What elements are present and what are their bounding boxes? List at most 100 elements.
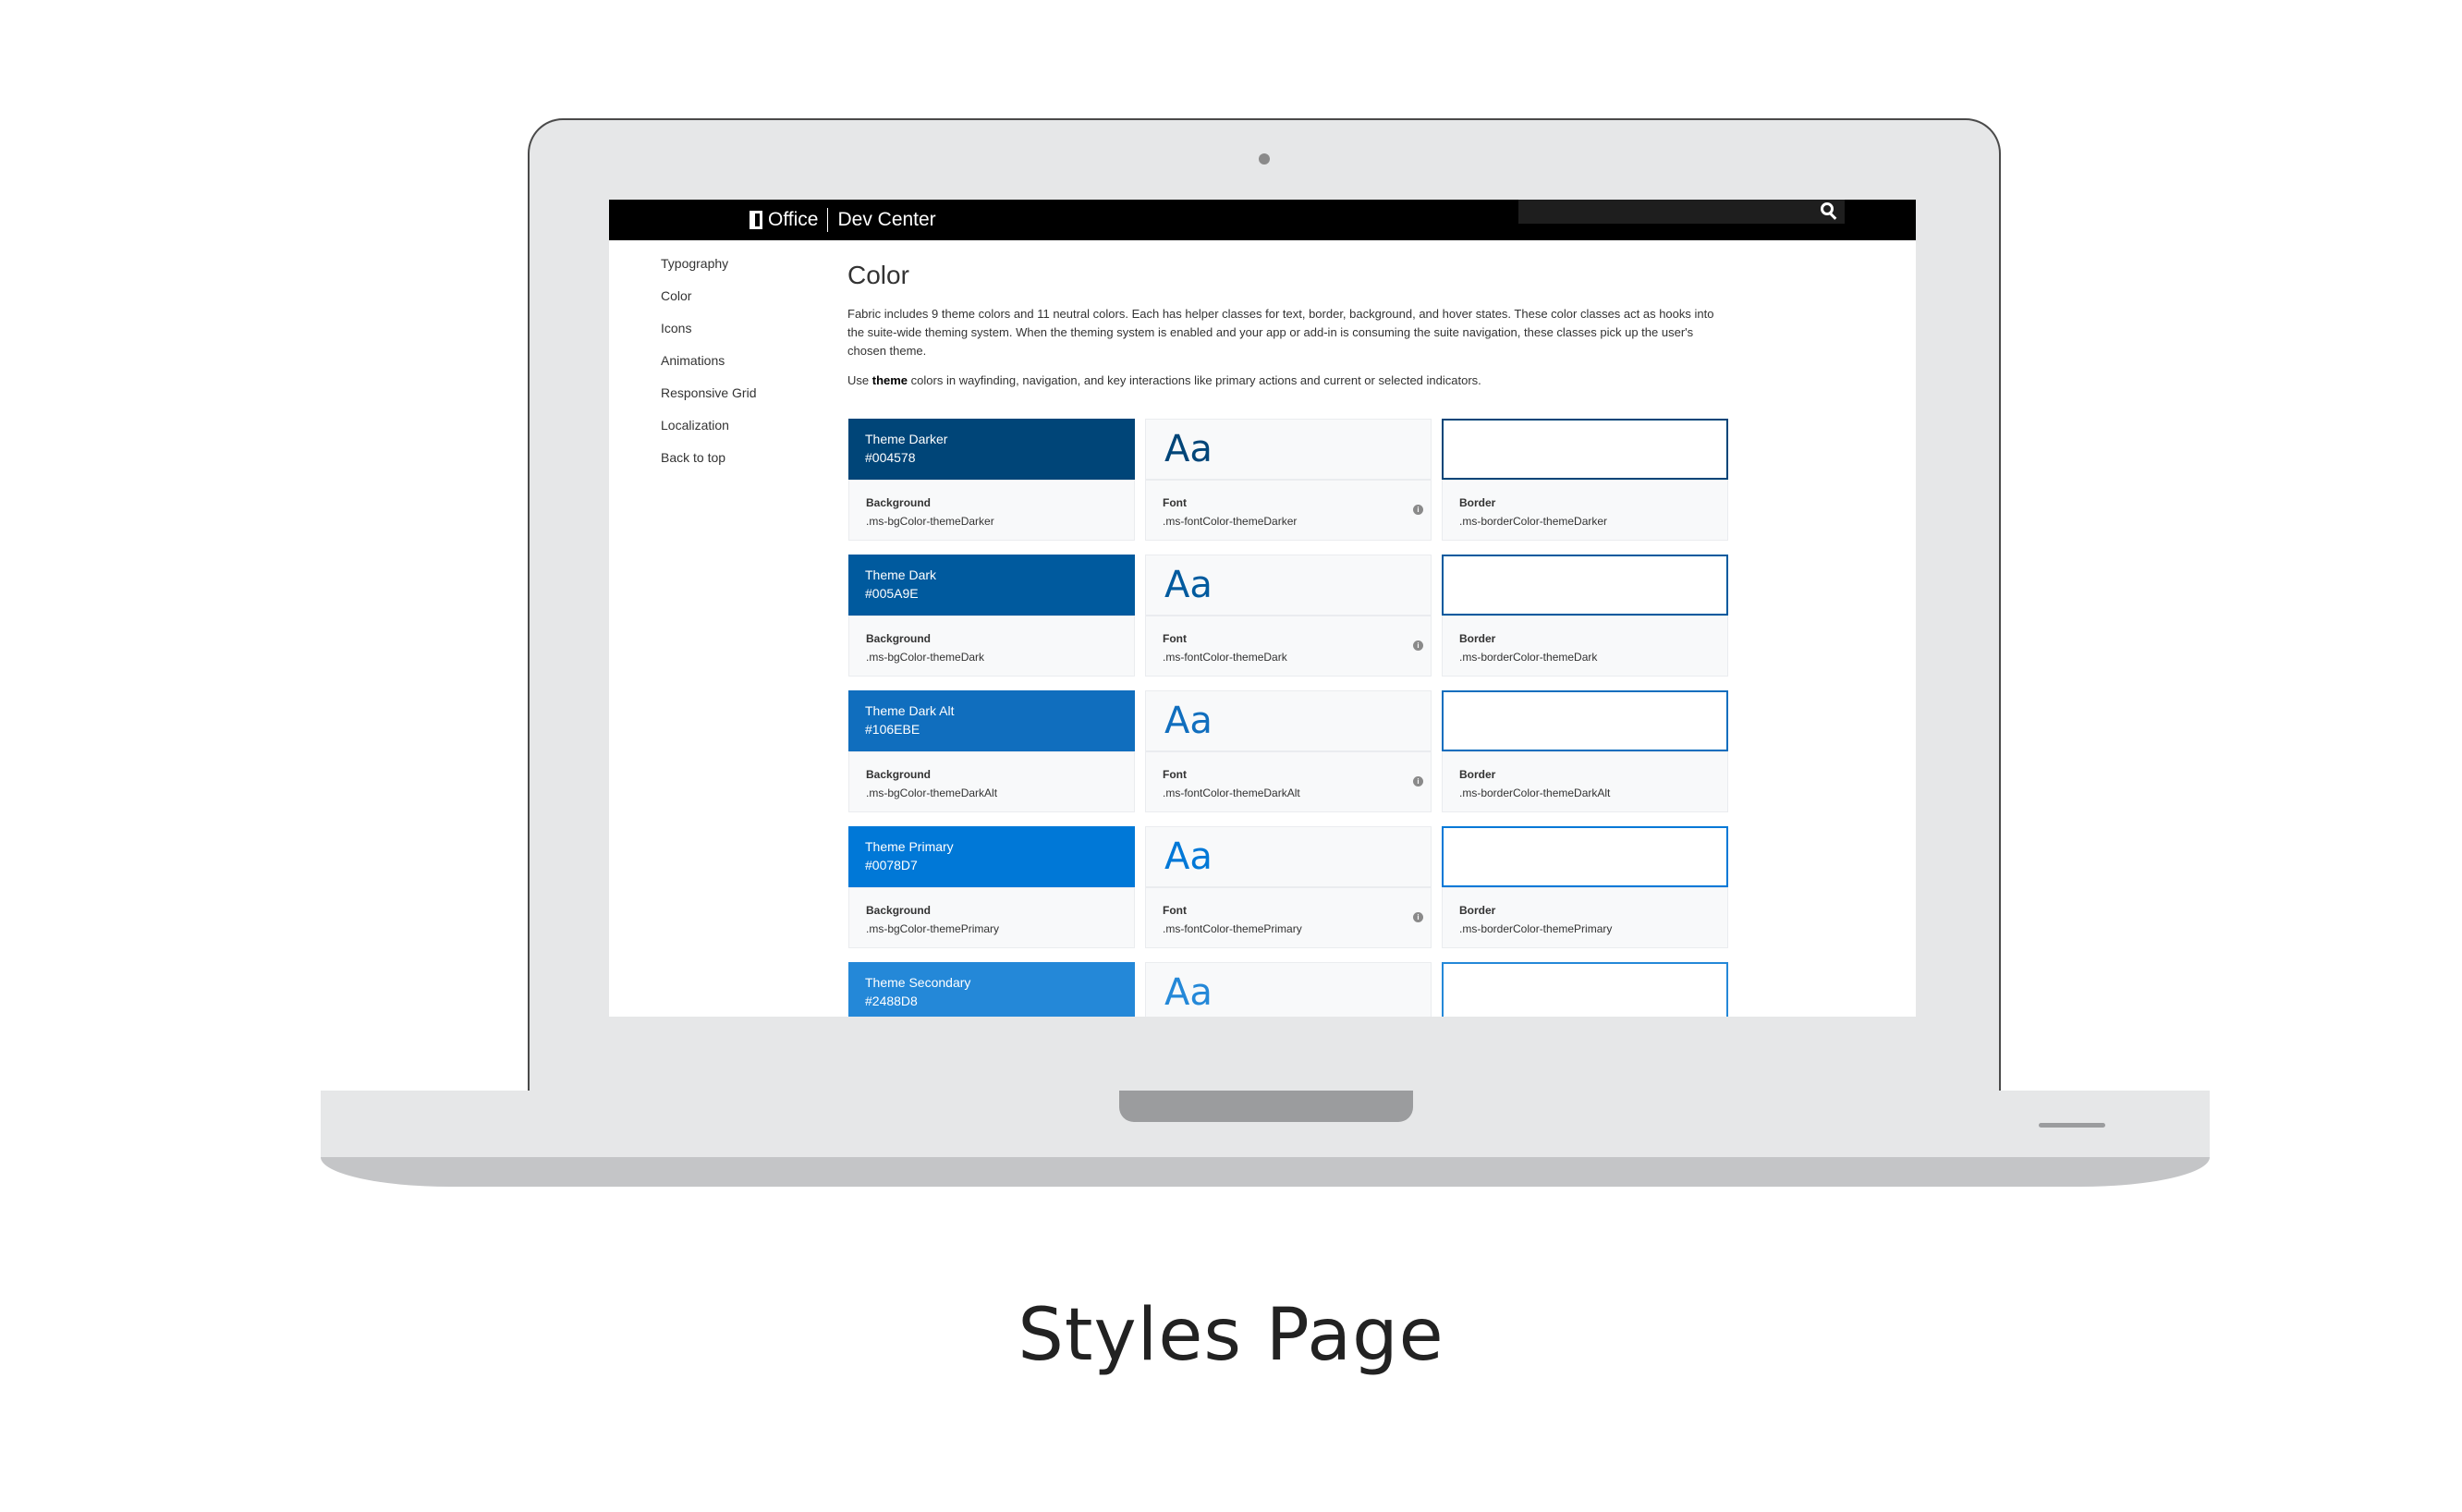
border-class-name: .ms-borderColor-themePrimary (1459, 922, 1613, 935)
font-label: Font (1163, 768, 1187, 781)
intro-text: Fabric includes 9 theme colors and 11 ne… (847, 307, 1714, 358)
main-content: Color Fabric includes 9 theme colors and… (847, 261, 1735, 404)
font-class-info: Font .ms-fontColor-themePrimary i (1145, 887, 1432, 948)
color-hex: #005A9E (865, 586, 919, 601)
font-class-info: Font .ms-fontColor-themeDark i (1145, 616, 1432, 677)
font-sample-text: Aa (1164, 971, 1213, 1014)
info-icon[interactable]: i (1413, 505, 1423, 515)
font-class-name: .ms-fontColor-themeDarker (1163, 515, 1298, 528)
info-icon[interactable]: i (1413, 776, 1423, 786)
search-icon[interactable] (1821, 202, 1834, 215)
product-name: Dev Center (837, 209, 936, 230)
color-name: Theme Darker (865, 432, 948, 446)
font-class-info: Font .ms-fontColor-themeDarker i (1145, 480, 1432, 541)
border-class-info: Border .ms-borderColor-themeDarkAlt (1442, 751, 1728, 812)
color-swatch: Theme Dark Alt #106EBE (848, 690, 1135, 751)
font-class-name: .ms-fontColor-themeDark (1163, 651, 1287, 664)
font-class-name: .ms-fontColor-themeDarkAlt (1163, 786, 1300, 799)
color-row: Theme Primary #0078D7 Aa Background .ms-… (848, 826, 1729, 962)
border-class-name: .ms-borderColor-themeDark (1459, 651, 1598, 664)
color-name: Theme Dark (865, 567, 937, 582)
background-label: Background (866, 632, 932, 645)
theme-word: theme (871, 373, 908, 387)
border-sample (1442, 690, 1728, 751)
office-icon (750, 211, 762, 229)
color-row: Theme Dark Alt #106EBE Aa Background .ms… (848, 690, 1729, 826)
nav-item-back-to-top[interactable]: Back to top (661, 442, 757, 474)
color-row: Theme Darker #004578 Aa Background .ms-b… (848, 419, 1729, 555)
font-sample-text: Aa (1164, 835, 1213, 878)
border-class-info: Border .ms-borderColor-themeDark (1442, 616, 1728, 677)
font-label: Font (1163, 496, 1187, 509)
screen: Office Dev Center Typography Color Icons… (609, 200, 1916, 1017)
color-hex: #106EBE (865, 722, 920, 737)
color-swatch: Theme Primary #0078D7 (848, 826, 1135, 887)
background-class-name: .ms-bgColor-themeDarkAlt (866, 786, 998, 799)
background-class-name: .ms-bgColor-themeDarker (866, 515, 994, 528)
color-swatch: Theme Darker #004578 (848, 419, 1135, 480)
font-sample-text: Aa (1164, 564, 1213, 606)
nav-item-color[interactable]: Color (661, 280, 757, 312)
color-name: Theme Primary (865, 839, 954, 854)
font-label: Font (1163, 632, 1187, 645)
background-label: Background (866, 496, 932, 509)
color-hex: #004578 (865, 450, 916, 465)
font-sample: Aa (1145, 555, 1432, 616)
font-sample: Aa (1145, 962, 1432, 1017)
top-bar: Office Dev Center (609, 200, 1916, 240)
border-class-info: Border .ms-borderColor-themePrimary (1442, 887, 1728, 948)
border-sample (1442, 962, 1728, 1017)
theme-suffix: colors in wayfinding, navigation, and ke… (910, 373, 1481, 387)
border-class-name: .ms-borderColor-themeDarkAlt (1459, 786, 1611, 799)
nav-item-responsive-grid[interactable]: Responsive Grid (661, 377, 757, 409)
laptop-notch (1119, 1091, 1413, 1122)
background-class-info: Background .ms-bgColor-themeDarkAlt (848, 751, 1135, 812)
border-label: Border (1459, 768, 1496, 781)
logo[interactable]: Office Dev Center (750, 200, 936, 240)
power-indicator (2039, 1123, 2105, 1128)
font-sample-text: Aa (1164, 428, 1213, 470)
background-label: Background (866, 768, 932, 781)
background-class-name: .ms-bgColor-themeDark (866, 651, 985, 664)
background-class-info: Background .ms-bgColor-themeDark (848, 616, 1135, 677)
side-nav: Typography Color Icons Animations Respon… (661, 248, 757, 474)
color-swatch: Theme Dark #005A9E (848, 555, 1135, 616)
font-sample: Aa (1145, 826, 1432, 887)
border-class-name: .ms-borderColor-themeDarker (1459, 515, 1608, 528)
brand-name: Office (768, 209, 819, 230)
font-label: Font (1163, 904, 1187, 917)
nav-item-localization[interactable]: Localization (661, 409, 757, 442)
page-title: Color (847, 261, 909, 289)
color-row: Theme Dark #005A9E Aa Background .ms-bgC… (848, 555, 1729, 690)
background-class-name: .ms-bgColor-themePrimary (866, 922, 1000, 935)
border-label: Border (1459, 632, 1496, 645)
border-sample (1442, 555, 1728, 616)
color-hex: #0078D7 (865, 858, 918, 872)
laptop-base-bottom (321, 1157, 2210, 1187)
border-label: Border (1459, 904, 1496, 917)
font-sample: Aa (1145, 690, 1432, 751)
border-class-info: Border .ms-borderColor-themeDarker (1442, 480, 1728, 541)
search-input[interactable] (1518, 200, 1845, 224)
theme-usage-text: Use theme colors in wayfinding, navigati… (847, 373, 1735, 387)
border-sample (1442, 826, 1728, 887)
info-icon[interactable]: i (1413, 640, 1423, 651)
font-class-name: .ms-fontColor-themePrimary (1163, 922, 1302, 935)
camera-dot (1259, 153, 1270, 165)
background-class-info: Background .ms-bgColor-themeDarker (848, 480, 1135, 541)
color-swatch: Theme Secondary #2488D8 (848, 962, 1135, 1017)
background-class-info: Background .ms-bgColor-themePrimary (848, 887, 1135, 948)
info-icon[interactable]: i (1413, 912, 1423, 922)
nav-item-typography[interactable]: Typography (661, 248, 757, 280)
nav-item-animations[interactable]: Animations (661, 345, 757, 377)
color-hex: #2488D8 (865, 994, 918, 1008)
color-row: Theme Secondary #2488D8 Aa (848, 962, 1729, 1017)
nav-item-icons[interactable]: Icons (661, 312, 757, 345)
font-sample-text: Aa (1164, 700, 1213, 742)
font-class-info: Font .ms-fontColor-themeDarkAlt i (1145, 751, 1432, 812)
border-sample (1442, 419, 1728, 480)
color-name: Theme Dark Alt (865, 703, 955, 718)
color-name: Theme Secondary (865, 975, 971, 990)
caption: Styles Page (1018, 1294, 1444, 1377)
font-sample: Aa (1145, 419, 1432, 480)
